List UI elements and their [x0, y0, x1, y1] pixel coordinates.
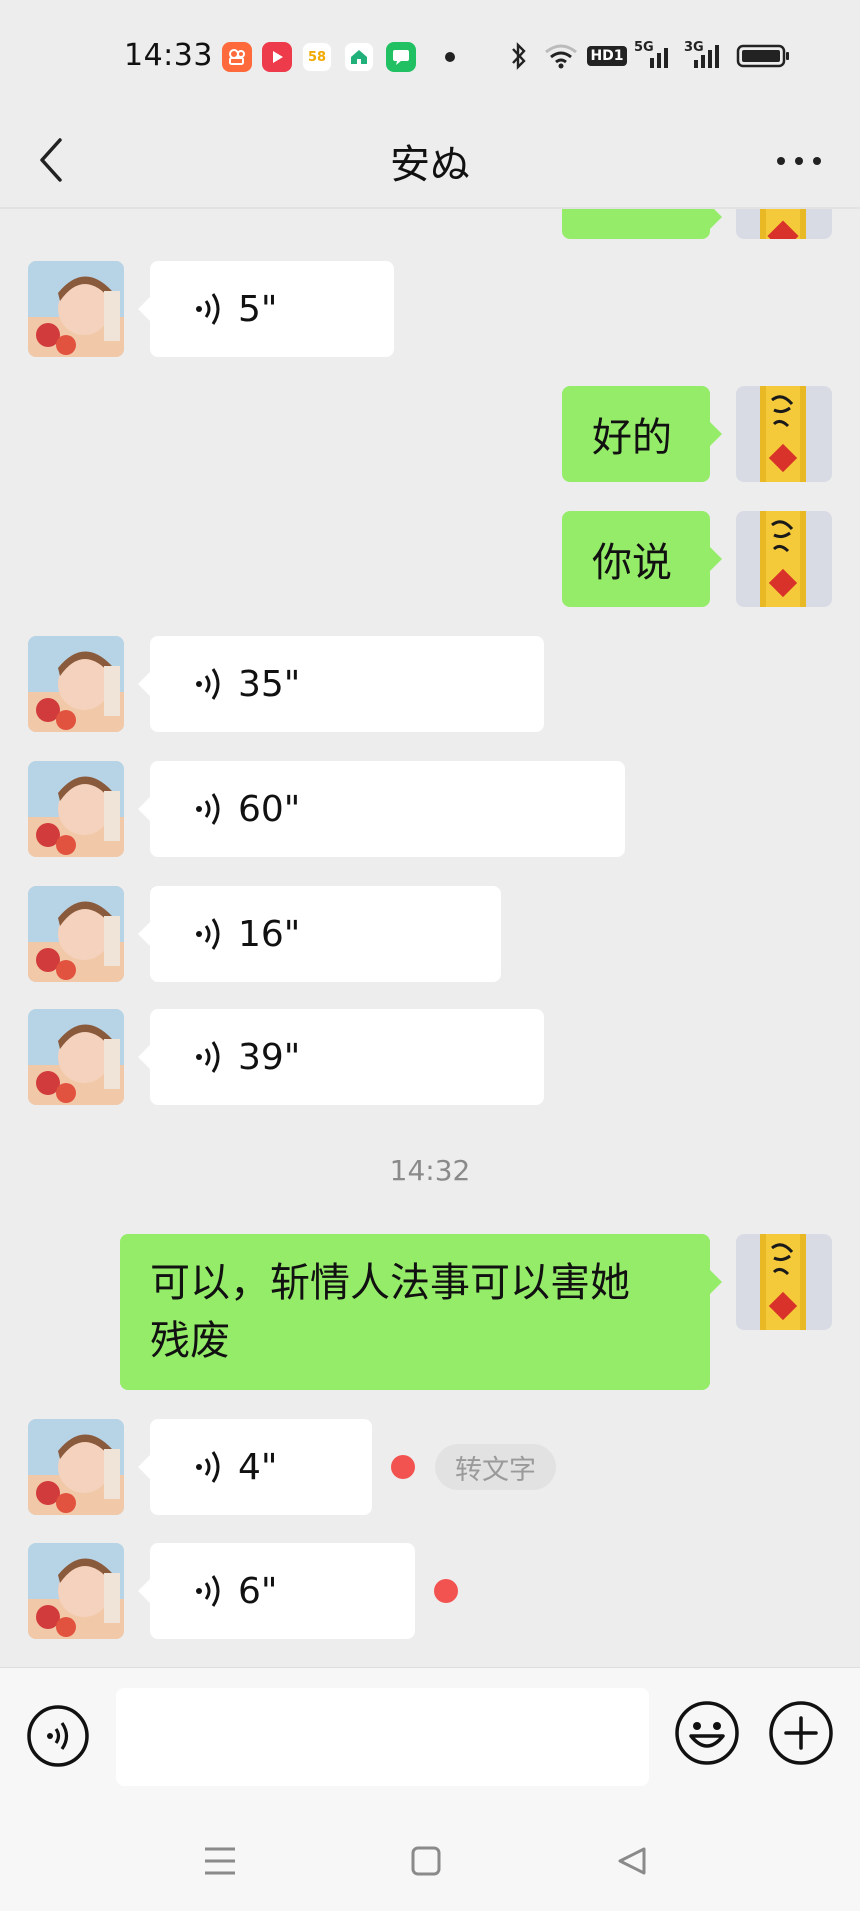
- voice-duration: 39": [238, 1036, 301, 1078]
- voice-duration: 6": [238, 1570, 278, 1612]
- back-triangle-icon: [618, 1847, 646, 1875]
- contact-avatar[interactable]: [28, 1009, 124, 1105]
- voice-wave-icon: [194, 1571, 224, 1611]
- own-avatar[interactable]: [736, 1234, 832, 1330]
- voice-message-bubble[interactable]: 4": [138, 1419, 372, 1515]
- battery-icon: [736, 40, 792, 72]
- chat-app-icon: [386, 42, 416, 72]
- voice-message-bubble[interactable]: 60": [138, 761, 625, 857]
- voice-input-toggle-button[interactable]: [26, 1704, 90, 1768]
- voice-wave-icon: [194, 789, 224, 829]
- kuaishou-icon: [222, 42, 252, 72]
- voice-mode-icon: [27, 1705, 89, 1767]
- contact-avatar[interactable]: [28, 1419, 124, 1515]
- message-text-line-2: 残废: [150, 1318, 230, 1364]
- voice-duration: 5": [238, 288, 278, 330]
- message-text: 你说: [592, 540, 672, 586]
- home-square-icon: [411, 1846, 441, 1876]
- previous-own-bubble[interactable]: [562, 209, 722, 239]
- convert-to-text-button[interactable]: 转文字: [435, 1444, 556, 1490]
- smiley-icon: [675, 1701, 739, 1765]
- wifi-icon: [542, 40, 580, 72]
- unread-dot-icon: [434, 1579, 458, 1603]
- contact-avatar[interactable]: [28, 761, 124, 857]
- signal-3g-icon: 3G: [684, 40, 728, 72]
- system-navigation-bar: [0, 1809, 860, 1911]
- message-timestamp: 14:32: [389, 1154, 471, 1187]
- menu-nav-button[interactable]: [198, 1839, 242, 1883]
- voice-duration: 16": [238, 913, 301, 955]
- 58-app-label: 58: [307, 49, 327, 65]
- signal-5g-icon: 5G: [634, 40, 674, 72]
- own-avatar[interactable]: [736, 511, 832, 607]
- message-text: 好的: [592, 415, 672, 461]
- more-dots-icon: [777, 157, 821, 165]
- own-avatar[interactable]: [736, 386, 832, 482]
- voice-message-bubble[interactable]: 16": [138, 886, 501, 982]
- home-app-icon: [344, 42, 374, 72]
- voice-wave-icon: [194, 914, 224, 954]
- voice-duration: 4": [238, 1446, 278, 1488]
- voice-duration: 35": [238, 663, 301, 705]
- voice-wave-icon: [194, 1037, 224, 1077]
- voice-wave-icon: [194, 289, 224, 329]
- message-text-line-1: 可以，斩情人法事可以害她: [150, 1260, 630, 1306]
- plus-icon: [769, 1701, 833, 1765]
- voice-duration: 60": [238, 788, 301, 830]
- own-text-bubble[interactable]: 你说: [562, 511, 722, 607]
- more-options-button[interactable]: [764, 136, 834, 186]
- more-functions-button[interactable]: [768, 1700, 834, 1766]
- contact-avatar[interactable]: [28, 1543, 124, 1639]
- 58-app-icon: 58: [302, 42, 332, 72]
- video-app-icon: [262, 42, 292, 72]
- voice-message-bubble[interactable]: 6": [138, 1543, 415, 1639]
- bluetooth-icon: [506, 40, 532, 72]
- own-text-bubble[interactable]: 好的: [562, 386, 722, 482]
- status-bar: 14:33 58 HD1 5G 3G: [0, 0, 860, 110]
- contact-avatar[interactable]: [28, 636, 124, 732]
- voice-message-bubble[interactable]: 5": [138, 261, 394, 357]
- contact-avatar[interactable]: [28, 886, 124, 982]
- own-text-bubble[interactable]: 可以，斩情人法事可以害她 残废: [120, 1234, 722, 1390]
- chat-header: 安ぬ: [0, 110, 860, 210]
- notification-dot-icon: [445, 52, 455, 62]
- menu-icon: [205, 1847, 235, 1875]
- input-bar: [0, 1667, 860, 1809]
- hd-icon: HD1: [587, 40, 627, 72]
- unread-dot-icon: [391, 1455, 415, 1479]
- voice-message-bubble[interactable]: 35": [138, 636, 544, 732]
- home-nav-button[interactable]: [404, 1839, 448, 1883]
- voice-message-bubble[interactable]: 39": [138, 1009, 544, 1105]
- status-time: 14:33: [124, 38, 213, 73]
- message-list[interactable]: 5" 好的 你说 35" 60" 16" 39" 14:32 可以，斩情人法事可…: [0, 209, 860, 1667]
- back-nav-button[interactable]: [610, 1839, 654, 1883]
- emoji-button[interactable]: [674, 1700, 740, 1766]
- chat-title: 安ぬ: [390, 142, 470, 188]
- voice-wave-icon: [194, 1447, 224, 1487]
- contact-avatar[interactable]: [28, 261, 124, 357]
- hd-label: HD1: [587, 46, 627, 66]
- own-avatar[interactable]: [736, 209, 832, 239]
- message-input[interactable]: [116, 1688, 649, 1786]
- voice-wave-icon: [194, 664, 224, 704]
